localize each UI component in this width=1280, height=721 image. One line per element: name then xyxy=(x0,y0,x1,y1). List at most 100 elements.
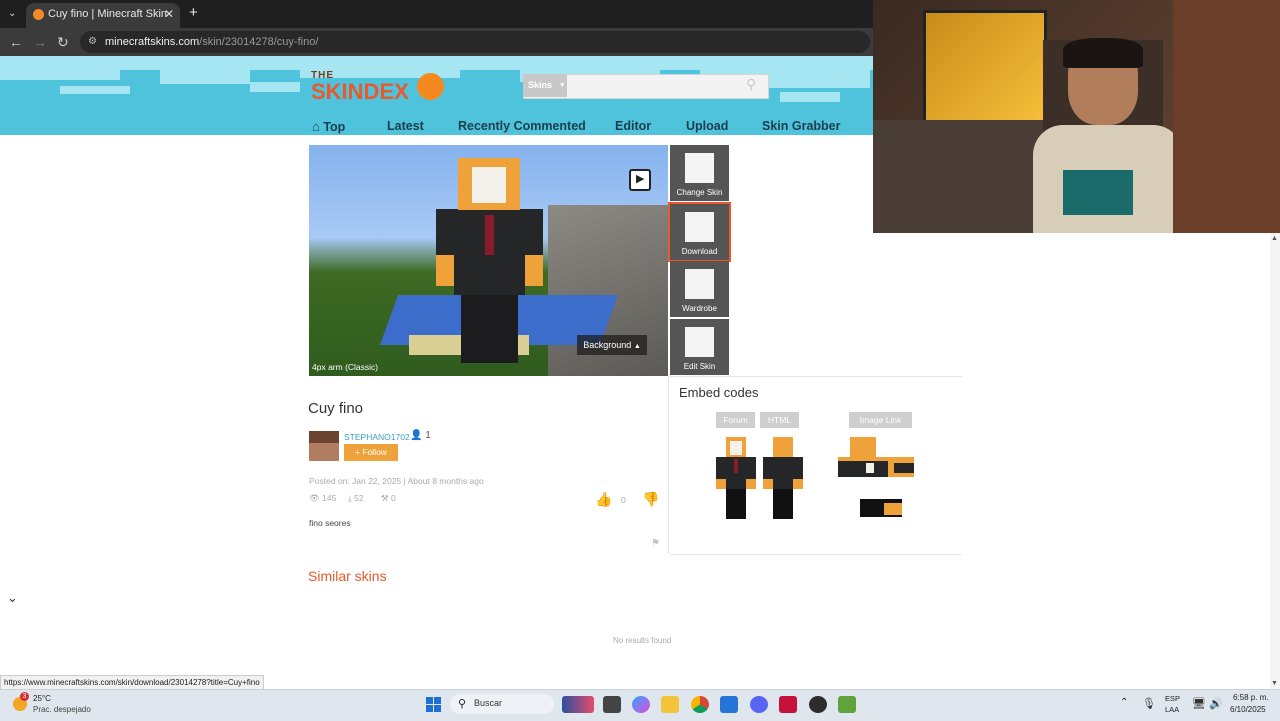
download-small-icon: ⤓ xyxy=(348,493,352,503)
volume-icon[interactable]: 🔊 xyxy=(1209,697,1223,710)
search-icon[interactable]: ⚲ xyxy=(746,76,756,93)
tab-close-icon[interactable]: ✕ xyxy=(164,3,174,25)
reload-icon[interactable]: ↻ xyxy=(57,28,69,56)
embed-html-button[interactable]: HTML xyxy=(760,412,799,428)
address-bar[interactable]: ⚙ minecraftskins.com/skin/23014278/cuy-f… xyxy=(80,31,870,53)
nav-latest[interactable]: Latest xyxy=(387,119,424,133)
likes-count: 0 xyxy=(621,495,626,505)
site-favicon-icon xyxy=(33,9,44,20)
language-code[interactable]: ESP xyxy=(1165,694,1180,703)
like-button[interactable]: 👍 xyxy=(595,491,612,508)
nav-upload[interactable]: Upload xyxy=(686,119,728,133)
url-host: minecraftskins.com xyxy=(105,36,200,48)
back-arrow-icon[interactable]: ← xyxy=(9,28,23,56)
webcam-overlay xyxy=(873,0,1280,233)
search-category-label: Skins xyxy=(528,80,553,90)
home-icon: ⌂ xyxy=(312,119,320,134)
shirt-plus-icon xyxy=(685,269,714,299)
caret-up-icon: ▲ xyxy=(633,343,641,350)
nav-top[interactable]: ⌂ Top xyxy=(312,119,345,134)
author-avatar[interactable] xyxy=(309,431,339,461)
obs-icon[interactable] xyxy=(809,696,827,713)
collapse-chevron-icon[interactable]: ⌄ xyxy=(7,590,18,606)
embed-divider xyxy=(670,376,962,377)
minecraft-icon[interactable] xyxy=(838,696,856,713)
edit-skin-button[interactable]: Edit Skin xyxy=(670,319,729,375)
browser-tab[interactable]: Cuy fino | Minecraft Skin ✕ xyxy=(26,3,180,28)
copilot-icon[interactable] xyxy=(632,696,650,713)
thumbs-down-icon: 👎 xyxy=(642,491,660,507)
page-scrollbar[interactable]: ▲ ▼ xyxy=(1270,233,1280,689)
embed-image-link-button[interactable]: Image Link xyxy=(849,412,912,428)
search-category-select[interactable]: Skins ▾ xyxy=(523,74,567,97)
widgets-app-icon[interactable] xyxy=(562,696,594,713)
skin-title: Cuy fino xyxy=(308,400,364,417)
follow-button[interactable]: + Follow xyxy=(344,444,398,461)
task-view-icon[interactable] xyxy=(603,696,621,713)
play-animation-icon[interactable]: ▶ xyxy=(629,169,651,191)
nav-editor[interactable]: Editor xyxy=(615,119,651,133)
status-url-tooltip: https://www.minecraftskins.com/skin/down… xyxy=(0,675,264,690)
embed-forum-button[interactable]: Forum xyxy=(716,412,755,428)
download-button[interactable]: Download xyxy=(668,202,731,262)
scrollbar-up-icon[interactable]: ▲ xyxy=(1271,235,1278,242)
eye-icon: 👁 xyxy=(309,493,320,503)
clock-date[interactable]: 6/10/2025 xyxy=(1230,705,1266,714)
report-flag-icon[interactable]: ⚑ xyxy=(651,538,660,549)
tray-overflow-icon[interactable]: ⌃ xyxy=(1120,697,1128,708)
pumpkin-logo-icon xyxy=(417,73,444,100)
taskbar-search[interactable]: ⚲ Buscar xyxy=(450,694,554,714)
file-explorer-icon[interactable] xyxy=(661,696,679,713)
excel-like-app-icon[interactable] xyxy=(779,696,797,713)
column-divider xyxy=(668,376,669,554)
tab-list-chevron-icon[interactable]: ⌄ xyxy=(8,0,16,28)
downloads-count: ⤓ 52 xyxy=(348,493,364,503)
language-layout[interactable]: LAA xyxy=(1165,705,1179,714)
embed-heading: Embed codes xyxy=(679,385,759,400)
network-icon[interactable]: 🖥 xyxy=(1192,697,1206,710)
site-info-icon[interactable]: ⚙ xyxy=(88,31,97,53)
chevron-down-icon: ▾ xyxy=(560,82,564,89)
clock-time[interactable]: 6:58 p. m. xyxy=(1233,693,1269,702)
user-icon: 👤 xyxy=(410,430,423,441)
nav-recently-commented[interactable]: Recently Commented xyxy=(458,119,586,133)
search-icon: ⚲ xyxy=(458,698,467,710)
weather-desc[interactable]: Prac. despejado xyxy=(33,705,91,714)
posted-date: Posted on: Jan 22, 2025 | About 8 months… xyxy=(309,476,484,486)
pencil-cube-icon xyxy=(685,327,714,357)
skin-texture-image[interactable] xyxy=(838,437,914,519)
skin-3d-viewer[interactable]: ▶ Background ▲ 4px arm (Classic) xyxy=(309,145,668,376)
dislike-button[interactable]: 👎 xyxy=(642,491,659,508)
skin-preview-back[interactable] xyxy=(763,437,803,519)
author-link[interactable]: STEPHANO1702 xyxy=(344,432,410,442)
download-icon xyxy=(685,212,714,242)
no-results-text: No results found xyxy=(613,636,672,645)
logo-name: SKINDEX xyxy=(311,79,409,104)
scrollbar-down-icon[interactable]: ▼ xyxy=(1271,680,1278,687)
weather-temp[interactable]: 25°C xyxy=(33,694,51,703)
skin-description: fino seores xyxy=(309,518,351,528)
embed-bottom-divider xyxy=(670,554,962,555)
skin-legs xyxy=(461,295,518,363)
store-icon[interactable] xyxy=(720,696,738,713)
wardrobe-button[interactable]: Wardrobe xyxy=(670,261,729,317)
url-path: /skin/23014278/cuy-fino/ xyxy=(199,36,319,48)
views-count: 👁 145 xyxy=(309,493,337,503)
chrome-icon[interactable] xyxy=(691,696,709,713)
arm-model-label: 4px arm (Classic) xyxy=(312,362,379,372)
thumbs-up-icon: 👍 xyxy=(595,491,613,507)
forward-arrow-icon[interactable]: → xyxy=(33,28,47,56)
microphone-icon[interactable]: 🎙 xyxy=(1142,697,1156,710)
nav-skin-grabber[interactable]: Skin Grabber xyxy=(762,119,841,133)
hammer-icon: ⚒ xyxy=(381,493,389,503)
new-tab-button[interactable]: + xyxy=(189,4,198,21)
background-button[interactable]: Background ▲ xyxy=(577,335,647,355)
notification-badge: 3 xyxy=(20,692,29,701)
followers-count: 👤 1 xyxy=(410,430,431,441)
start-windows-icon[interactable] xyxy=(426,697,441,712)
cubes-icon xyxy=(685,153,714,183)
change-skin-button[interactable]: Change Skin xyxy=(670,145,729,201)
discord-icon[interactable] xyxy=(750,696,768,713)
skin-preview-front[interactable] xyxy=(716,437,756,519)
favorites-count: ⚒ 0 xyxy=(381,493,396,503)
